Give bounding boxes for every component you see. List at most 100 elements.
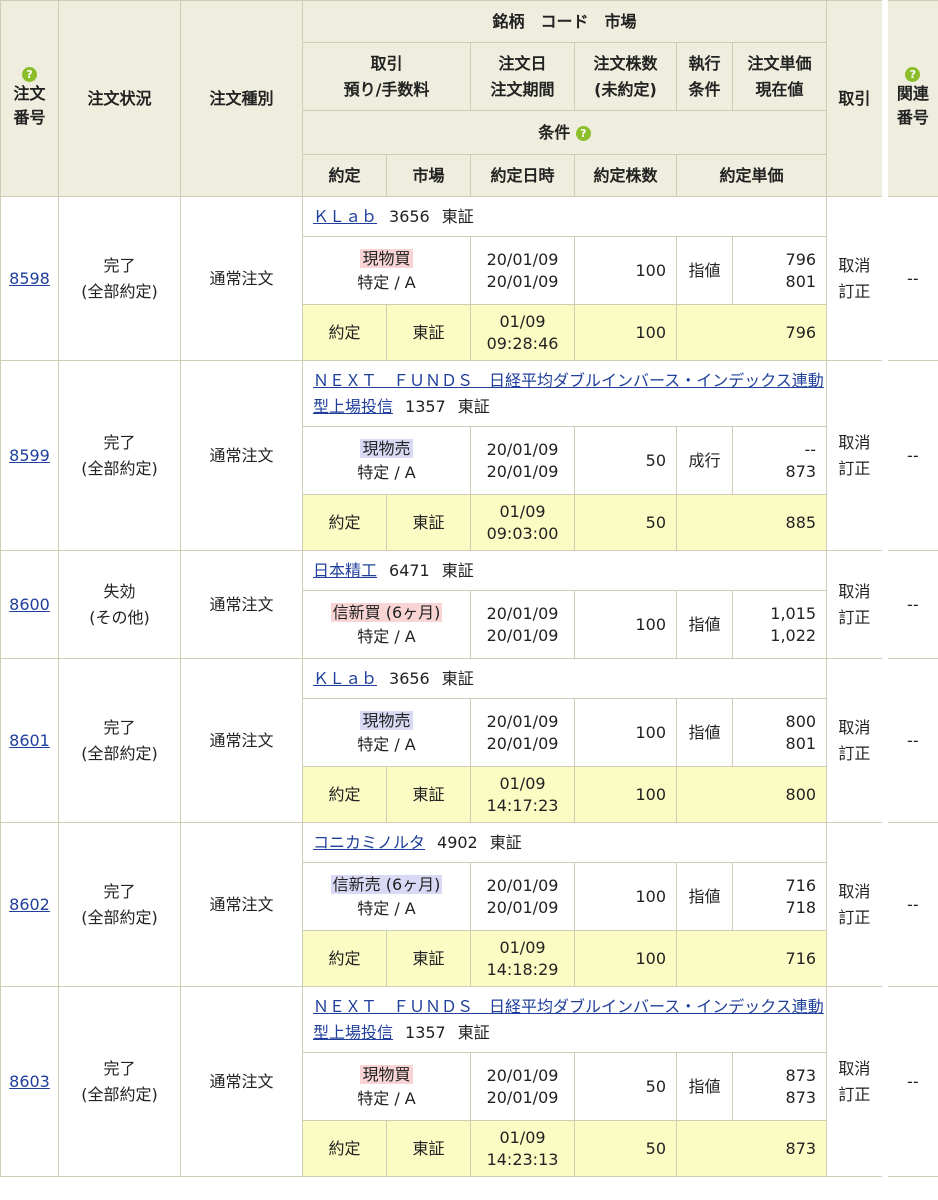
account-type: 特定 / A bbox=[357, 462, 416, 482]
order-price: 796 bbox=[785, 249, 817, 269]
fill-qty: 50 bbox=[574, 494, 677, 551]
cancel-link[interactable]: 取消 bbox=[827, 715, 882, 741]
fill-datetime: 01/09 09:03:00 bbox=[470, 494, 575, 551]
order-date-cell: 20/01/09 20/01/09 bbox=[470, 862, 575, 931]
order-qty: 100 bbox=[574, 236, 677, 305]
action-cell: 取消 訂正 bbox=[826, 822, 886, 987]
order-no-link[interactable]: 8603 bbox=[9, 1072, 50, 1091]
stock-name-link[interactable]: ＮＥＸＴ ＦＵＮＤＳ 日経平均ダブルインバース・インデックス連動型上場投信 bbox=[313, 371, 824, 416]
order-date-cell: 20/01/09 20/01/09 bbox=[470, 590, 575, 659]
related-no: -- bbox=[881, 822, 938, 987]
stock-market: 東証 bbox=[441, 668, 474, 688]
modify-link[interactable]: 訂正 bbox=[827, 741, 882, 767]
order-no-cell: 8603 bbox=[0, 986, 59, 1177]
stock-name-link[interactable]: ＫＬａｂ bbox=[313, 669, 377, 688]
help-icon[interactable]: ? bbox=[22, 67, 37, 82]
cancel-link[interactable]: 取消 bbox=[827, 253, 882, 279]
stock-name-link[interactable]: 日本精工 bbox=[313, 561, 377, 580]
current-price: 801 bbox=[785, 733, 817, 753]
current-price: 873 bbox=[785, 461, 817, 481]
trade-type-badge: 現物買 bbox=[360, 1064, 413, 1084]
order-no-link[interactable]: 8602 bbox=[9, 895, 50, 914]
price-cell: 800 801 bbox=[731, 698, 828, 767]
cancel-link[interactable]: 取消 bbox=[827, 430, 882, 456]
fill-datetime: 01/09 14:18:29 bbox=[470, 930, 575, 987]
action-cell: 取消 訂正 bbox=[826, 658, 886, 823]
stock-name-link[interactable]: ＫＬａｂ bbox=[313, 207, 377, 226]
exec-condition: 指値 bbox=[676, 236, 733, 305]
action-header: 取引 bbox=[826, 0, 886, 197]
order-period: 20/01/09 bbox=[486, 271, 559, 291]
order-qty: 50 bbox=[574, 1052, 677, 1121]
order-date-cell: 20/01/09 20/01/09 bbox=[470, 426, 575, 495]
order-qty: 100 bbox=[574, 698, 677, 767]
stock-cell: 日本精工 6471 東証 bbox=[301, 550, 828, 591]
help-icon[interactable]: ? bbox=[575, 125, 591, 141]
exec-header: 執行 条件 bbox=[676, 42, 733, 111]
fill-price-header: 約定単価 bbox=[675, 154, 828, 197]
price-cell: 873 873 bbox=[731, 1052, 828, 1121]
action-cell: 取消 訂正 bbox=[826, 196, 886, 361]
fill-date: 01/09 bbox=[499, 501, 546, 521]
order-no-link[interactable]: 8598 bbox=[9, 269, 50, 288]
order-row: 8603 完了 (全部約定) 通常注文 ＮＥＸＴ ＦＵＮＤＳ 日経平均ダブルインバース… bbox=[0, 986, 938, 1177]
fill-price: 796 bbox=[675, 304, 828, 361]
cancel-link[interactable]: 取消 bbox=[827, 579, 882, 605]
stock-market: 東証 bbox=[457, 396, 490, 416]
cancel-link[interactable]: 取消 bbox=[827, 1056, 882, 1082]
fill-date: 01/09 bbox=[499, 937, 546, 957]
stock-name-link[interactable]: コニカミノルタ bbox=[313, 833, 425, 852]
order-status: 完了 (全部約定) bbox=[58, 658, 181, 823]
modify-link[interactable]: 訂正 bbox=[827, 279, 882, 305]
order-status: 失効 (その他) bbox=[58, 550, 181, 659]
order-date-cell: 20/01/09 20/01/09 bbox=[470, 698, 575, 767]
order-type: 通常注文 bbox=[180, 550, 303, 659]
modify-link[interactable]: 訂正 bbox=[827, 1082, 882, 1108]
related-no: -- bbox=[881, 360, 938, 551]
order-status: 完了 (全部約定) bbox=[58, 822, 181, 987]
price-cell: 1,015 1,022 bbox=[731, 590, 828, 659]
stock-code: 1357 bbox=[405, 1022, 446, 1042]
order-date-header: 注文日 注文期間 bbox=[470, 42, 575, 111]
stock-code: 3656 bbox=[389, 206, 430, 226]
order-type: 通常注文 bbox=[180, 822, 303, 987]
exec-condition: 指値 bbox=[676, 590, 733, 659]
fill-market: 東証 bbox=[386, 766, 471, 823]
modify-link[interactable]: 訂正 bbox=[827, 905, 882, 931]
order-date: 20/01/09 bbox=[486, 439, 559, 459]
fill-market-header: 市場 bbox=[386, 154, 471, 197]
trade-cell: 信新売 (6ヶ月) 特定 / A bbox=[302, 862, 471, 931]
fill-price: 800 bbox=[675, 766, 828, 823]
exec-condition: 指値 bbox=[676, 1052, 733, 1121]
fill-price: 885 bbox=[675, 494, 828, 551]
stock-code: 1357 bbox=[405, 396, 446, 416]
order-no-link[interactable]: 8601 bbox=[9, 731, 50, 750]
order-status: 完了 (全部約定) bbox=[58, 986, 181, 1177]
order-rows: 8598 完了 (全部約定) 通常注文 ＫＬａｂ 3656 東証 取消 訂正 -- 現物買 特定 /… bbox=[0, 196, 938, 1177]
price-cell: 716 718 bbox=[731, 862, 828, 931]
trade-cell: 現物買 特定 / A bbox=[302, 1052, 471, 1121]
order-price: 1,015 bbox=[770, 603, 817, 623]
order-period: 20/01/09 bbox=[486, 1087, 559, 1107]
stock-name-link[interactable]: ＮＥＸＴ ＦＵＮＤＳ 日経平均ダブルインバース・インデックス連動型上場投信 bbox=[313, 997, 824, 1042]
fill-qty: 50 bbox=[574, 1120, 677, 1177]
order-row: 8601 完了 (全部約定) 通常注文 ＫＬａｂ 3656 東証 取消 訂正 -- bbox=[0, 658, 938, 823]
order-row: 8599 完了 (全部約定) 通常注文 ＮＥＸＴ ＦＵＮＤＳ 日経平均ダブルインバース… bbox=[0, 360, 938, 551]
stock-market: 東証 bbox=[441, 206, 474, 226]
order-row: 8602 完了 (全部約定) 通常注文 コニカミノルタ 4902 東証 取消 訂正 -- bbox=[0, 822, 938, 987]
order-no-link[interactable]: 8599 bbox=[9, 446, 50, 465]
cancel-link[interactable]: 取消 bbox=[827, 879, 882, 905]
order-no-cell: 8602 bbox=[0, 822, 59, 987]
modify-link[interactable]: 訂正 bbox=[827, 605, 882, 631]
order-no-link[interactable]: 8600 bbox=[9, 595, 50, 614]
fill-datetime-header: 約定日時 bbox=[470, 154, 575, 197]
order-no-cell: 8601 bbox=[0, 658, 59, 823]
condition-header-label: 条件 bbox=[538, 122, 571, 142]
stock-cell: ＮＥＸＴ ＦＵＮＤＳ 日経平均ダブルインバース・インデックス連動型上場投信 135… bbox=[301, 360, 828, 427]
order-table: ? 注文 番号 注文状況 注文種別 銘柄 コード 市場 取引 ? 関連 番号 取… bbox=[0, 0, 938, 1177]
help-icon[interactable]: ? bbox=[905, 67, 921, 82]
fill-label: 約定 bbox=[302, 766, 387, 823]
modify-link[interactable]: 訂正 bbox=[827, 456, 882, 482]
order-no-header-label: 注文 番号 bbox=[13, 84, 46, 127]
order-period: 20/01/09 bbox=[486, 625, 559, 645]
